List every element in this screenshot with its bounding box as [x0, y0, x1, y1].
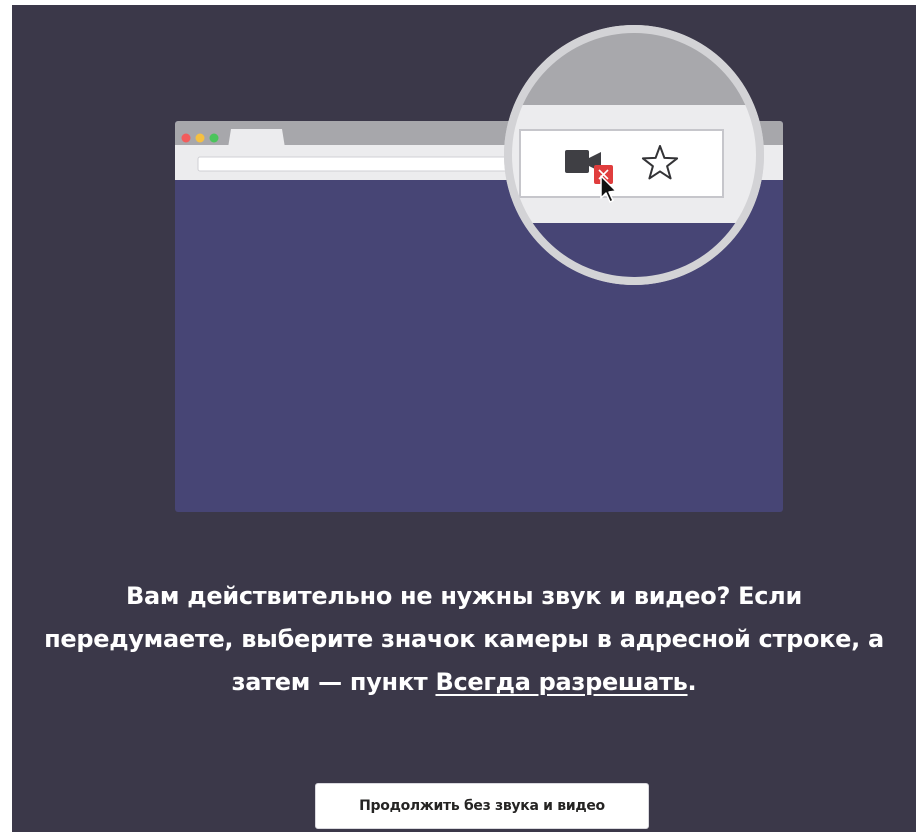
traffic-light-green — [209, 133, 219, 143]
permission-dialog: Вам действительно не нужны звук и видео?… — [12, 5, 916, 832]
browser-tab — [227, 129, 286, 154]
permission-message: Вам действительно не нужны звук и видео?… — [42, 575, 886, 704]
magnified-address-bar — [519, 129, 724, 198]
message-text-end: . — [687, 668, 697, 696]
traffic-light-yellow — [195, 133, 205, 143]
continue-button-label: Продолжить без звука и видео — [359, 798, 605, 814]
continue-without-audio-video-button[interactable]: Продолжить без звука и видео — [315, 783, 649, 829]
traffic-light-red — [181, 133, 191, 143]
page: Вам действительно не нужны звук и видео?… — [0, 0, 922, 832]
always-allow-link[interactable]: Всегда разрешать — [435, 668, 687, 696]
browser-permission-illustration — [175, 25, 783, 512]
